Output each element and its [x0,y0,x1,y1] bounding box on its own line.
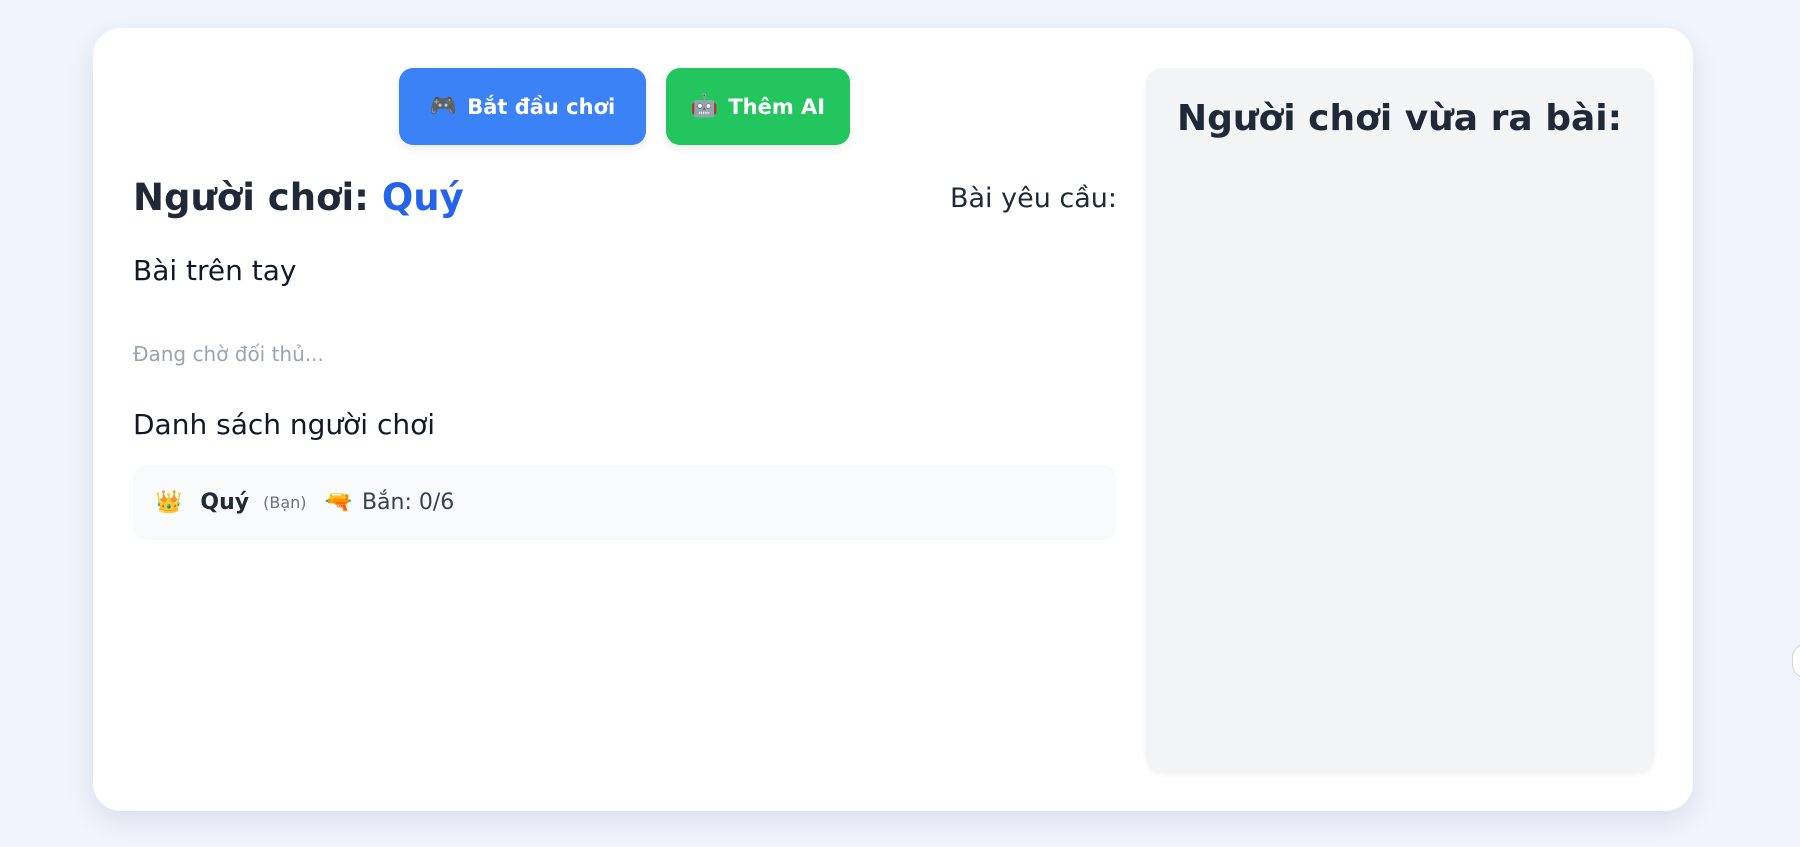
current-player-prefix: Người chơi: [133,176,369,219]
player-row-shots: Bắn: 0/6 [361,490,455,515]
robot-icon: 🤖 [690,94,719,119]
player-row-you-tag: (Bạn) [263,493,307,512]
start-game-button[interactable]: 🎮 Bắt đầu chơi [399,68,646,145]
game-card: 🎮 Bắt đầu chơi 🤖 Thêm AI Người chơi: Quý… [93,28,1693,811]
player-list-row: 👑 Quý (Bạn) 🔫 Bắn: 0/6 [133,465,1116,540]
waiting-status: Đang chờ đối thủ... [133,342,324,366]
start-game-label: Bắt đầu chơi [467,94,616,119]
edge-toggle-handle[interactable] [1792,643,1800,679]
current-player-heading: Người chơi: Quý [133,176,464,219]
add-ai-button[interactable]: 🤖 Thêm AI [666,68,850,145]
gun-icon: 🔫 [324,490,352,515]
required-card-label: Bài yêu cầu: [949,183,1117,214]
current-player-name: Quý [381,176,464,219]
crown-icon: 👑 [155,490,183,515]
hand-title: Bài trên tay [133,254,297,287]
player-row-name: Quý [200,490,250,515]
player-list-title: Danh sách người chơi [133,408,436,441]
add-ai-label: Thêm AI [728,94,826,119]
last-played-panel: Người chơi vừa ra bài: [1146,68,1654,772]
gamepad-icon: 🎮 [429,94,458,119]
last-played-title: Người chơi vừa ra bài: [1177,98,1623,139]
